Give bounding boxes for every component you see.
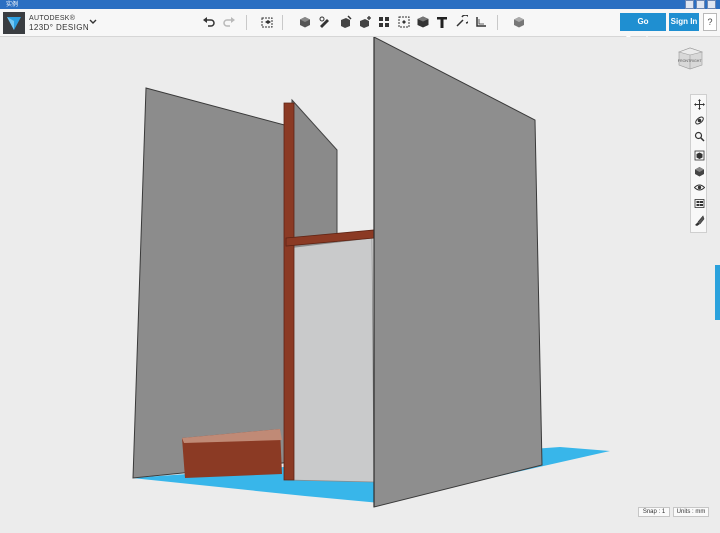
construct-icon[interactable] (338, 15, 352, 29)
go-premium-button[interactable]: Go Premium (620, 13, 666, 44)
main-toolbar: AUTODESK® 123D° DESIGN Go Sign In ? (0, 9, 720, 44)
units-status[interactable]: Units : mm (673, 507, 709, 517)
sketch-icon[interactable] (318, 15, 332, 29)
orbit-icon[interactable] (694, 115, 705, 126)
right-wall (373, 36, 543, 508)
brand-company: AUTODESK® (29, 15, 76, 22)
fit-icon[interactable] (694, 150, 705, 161)
close-window-button[interactable] (707, 0, 716, 9)
3d-viewport[interactable] (0, 36, 720, 528)
side-panel-tab[interactable] (715, 265, 720, 320)
grouping-icon[interactable] (397, 15, 411, 29)
wooden-post (283, 102, 295, 481)
smart-box-icon[interactable] (260, 15, 274, 29)
minimize-button[interactable] (685, 0, 694, 9)
scene-canvas[interactable] (0, 36, 720, 528)
zoom-icon[interactable] (694, 131, 705, 142)
window-controls (685, 0, 716, 9)
measure-icon[interactable] (474, 15, 488, 29)
sign-in-button[interactable]: Sign In (669, 13, 699, 31)
help-button[interactable]: ? (703, 13, 717, 31)
snap-icon[interactable] (454, 15, 468, 29)
viewcube-right-label: RIGHT (690, 59, 702, 63)
maximize-button[interactable] (696, 0, 705, 9)
viewcube-front-label: FRONT (678, 59, 691, 63)
materials-icon[interactable] (512, 15, 526, 29)
primitives-icon[interactable] (298, 15, 312, 29)
app-menu-chevron-icon[interactable] (88, 17, 98, 27)
modify-icon[interactable] (358, 15, 372, 29)
combine-icon[interactable] (416, 15, 430, 29)
toolbar-divider (282, 15, 283, 30)
viewcube[interactable]: FRONT RIGHT (675, 44, 705, 74)
toolbar-divider (497, 15, 498, 30)
pattern-icon[interactable] (377, 15, 391, 29)
redo-icon[interactable] (222, 15, 236, 29)
window-titlebar: 实例 (0, 0, 720, 9)
brand-product: 123D° DESIGN (29, 23, 90, 32)
solid-settings-icon[interactable] (694, 215, 705, 226)
app-logo[interactable] (3, 12, 25, 34)
toolbar-divider (246, 15, 247, 30)
app-logo-icon (7, 17, 21, 30)
undo-icon[interactable] (202, 15, 216, 29)
snap-status[interactable]: Snap : 1 (638, 507, 670, 517)
inner-panel (287, 237, 375, 483)
material-view-icon[interactable] (694, 198, 705, 209)
pan-icon[interactable] (694, 99, 705, 110)
visibility-icon[interactable] (694, 182, 705, 193)
navigation-bar (690, 94, 707, 233)
left-wall (132, 87, 293, 479)
text-icon[interactable] (435, 15, 449, 29)
views-icon[interactable] (694, 166, 705, 177)
window-title: 实例 (6, 1, 19, 8)
